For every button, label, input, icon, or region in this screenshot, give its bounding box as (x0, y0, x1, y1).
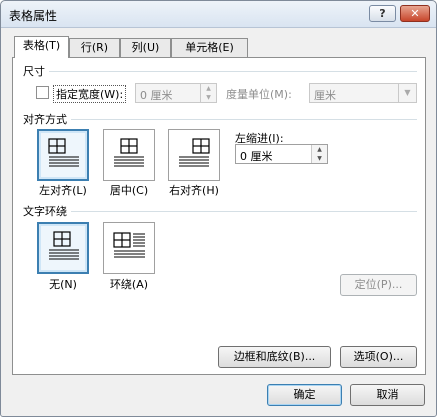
width-spinner-arrows[interactable]: ▲ ▼ (200, 84, 216, 102)
align-center-option[interactable] (103, 129, 155, 181)
alignment-divider (71, 119, 417, 120)
spin-down-icon[interactable]: ▼ (201, 93, 216, 102)
spin-up-icon[interactable]: ▲ (201, 84, 216, 93)
close-button[interactable]: ✕ (400, 5, 430, 22)
tab-table[interactable]: 表格(T) (14, 36, 69, 58)
indent-spinner-arrows[interactable]: ▲ ▼ (311, 145, 327, 163)
indent-value: 0 厘米 (240, 150, 273, 163)
wrapping-divider (71, 211, 417, 212)
cancel-button[interactable]: 取消 (350, 384, 425, 406)
tab-column[interactable]: 列(U) (120, 38, 171, 57)
spin-down-icon[interactable]: ▼ (312, 154, 327, 163)
preferred-width-checkbox[interactable] (36, 86, 49, 99)
wrap-around-label: 环绕(A) (109, 278, 149, 291)
positioning-button[interactable]: 定位(P)... (340, 274, 417, 296)
size-heading: 尺寸 (23, 65, 45, 78)
borders-shading-button[interactable]: 边框和底纹(B)... (218, 346, 331, 368)
width-spinner[interactable]: 0 厘米 ▲ ▼ (135, 83, 217, 103)
options-button[interactable]: 选项(O)... (340, 346, 417, 368)
indent-spinner[interactable]: 0 厘米 ▲ ▼ (235, 144, 328, 164)
ok-button[interactable]: 确定 (267, 384, 342, 406)
align-center-label: 居中(C) (109, 184, 149, 197)
align-right-option[interactable] (168, 129, 220, 181)
wrap-none-option[interactable] (37, 222, 89, 274)
dialog-window: 表格属性 ? ✕ 表格(T) 行(R) 列(U) 单元格(E) 尺寸 指定宽度(… (0, 0, 437, 417)
wrap-none-icon (49, 231, 79, 260)
align-right-label: 右对齐(H) (169, 184, 219, 197)
align-left-label: 左对齐(L) (39, 184, 87, 197)
measure-value: 厘米 (314, 89, 336, 102)
preferred-width-label: 指定宽度(W): (53, 85, 127, 103)
size-divider (49, 71, 417, 72)
chevron-down-icon[interactable]: ▼ (398, 84, 416, 102)
table-align-center-icon (114, 138, 144, 167)
wrap-none-label: 无(N) (49, 278, 77, 291)
width-value: 0 厘米 (140, 89, 173, 102)
measure-label: 度量单位(M): (226, 88, 292, 101)
spin-up-icon[interactable]: ▲ (312, 145, 327, 154)
wrap-around-option[interactable] (103, 222, 155, 274)
title-bar[interactable]: 表格属性 ? ✕ (1, 1, 436, 28)
wrap-around-icon (113, 232, 145, 258)
tab-row[interactable]: 行(R) (69, 38, 120, 57)
help-button[interactable]: ? (369, 5, 396, 22)
tab-cell[interactable]: 单元格(E) (171, 38, 248, 57)
tab-panel-table: 尺寸 指定宽度(W): 0 厘米 ▲ ▼ 度量单位(M): 厘米 ▼ 对齐方式 (12, 57, 426, 375)
table-align-left-icon (48, 138, 79, 167)
alignment-heading: 对齐方式 (23, 113, 67, 126)
dialog-title: 表格属性 (9, 9, 58, 23)
table-align-right-icon (179, 138, 210, 167)
wrapping-heading: 文字环绕 (23, 205, 67, 218)
align-left-option[interactable] (37, 129, 89, 181)
measure-select[interactable]: 厘米 ▼ (309, 83, 417, 103)
